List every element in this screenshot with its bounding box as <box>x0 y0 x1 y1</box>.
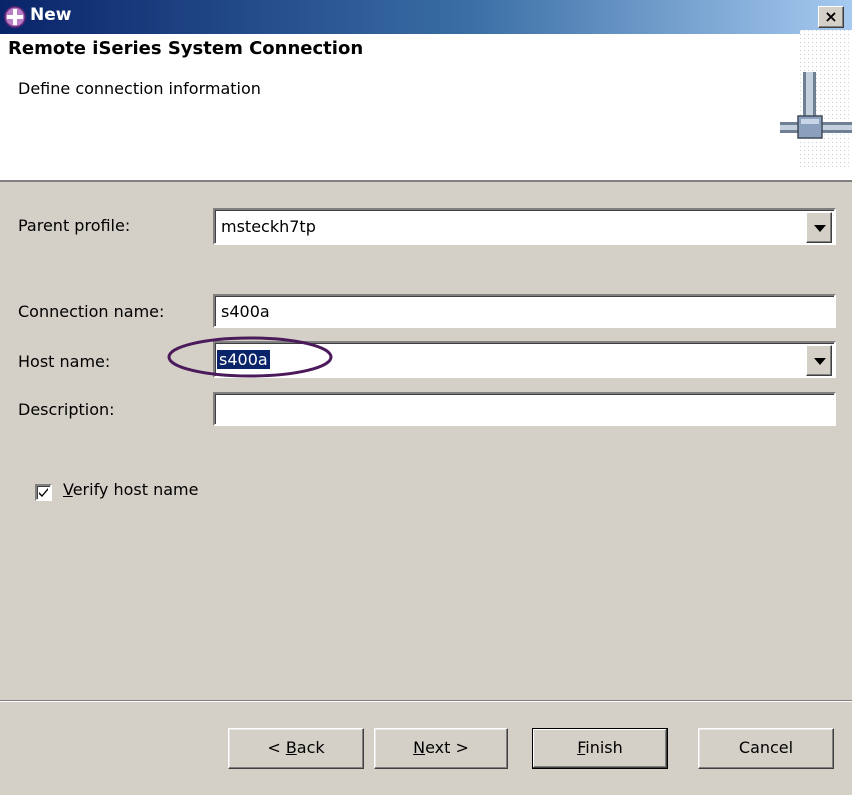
connection-name-field[interactable]: s400a <box>213 294 836 328</box>
chevron-down-icon <box>814 225 826 232</box>
title-bar <box>0 0 852 35</box>
parent-profile-combo[interactable]: msteckh7tp <box>213 208 836 245</box>
back-button[interactable]: < Back <box>228 728 364 769</box>
wizard-plus-icon <box>4 6 26 28</box>
next-button[interactable]: Next > <box>374 728 508 769</box>
close-button[interactable]: × <box>818 6 844 28</box>
verify-host-checkbox[interactable] <box>35 484 52 501</box>
close-icon: × <box>824 7 838 26</box>
page-title: Remote iSeries System Connection <box>8 38 364 59</box>
finish-button[interactable]: Finish <box>532 728 668 769</box>
parent-profile-dropdown-button[interactable] <box>806 212 832 243</box>
description-label: Description: <box>18 400 115 419</box>
parent-profile-value: msteckh7tp <box>221 217 316 236</box>
window-title: New <box>30 5 72 25</box>
page-subtitle: Define connection information <box>18 79 261 98</box>
host-name-value: s400a <box>217 350 270 369</box>
network-connection-icon <box>780 30 852 170</box>
chevron-down-icon <box>814 358 826 365</box>
verify-host-label[interactable]: Verify host name <box>63 480 198 499</box>
host-name-label: Host name: <box>18 352 111 371</box>
host-name-combo[interactable]: s400a <box>213 341 836 378</box>
footer-separator <box>0 700 852 702</box>
cancel-button[interactable]: Cancel <box>698 728 834 769</box>
connection-name-label: Connection name: <box>18 302 165 321</box>
connection-name-value: s400a <box>221 302 270 321</box>
description-field[interactable] <box>213 392 836 426</box>
checkmark-icon <box>39 488 48 497</box>
parent-profile-label: Parent profile: <box>18 216 131 235</box>
host-name-dropdown-button[interactable] <box>806 345 832 376</box>
